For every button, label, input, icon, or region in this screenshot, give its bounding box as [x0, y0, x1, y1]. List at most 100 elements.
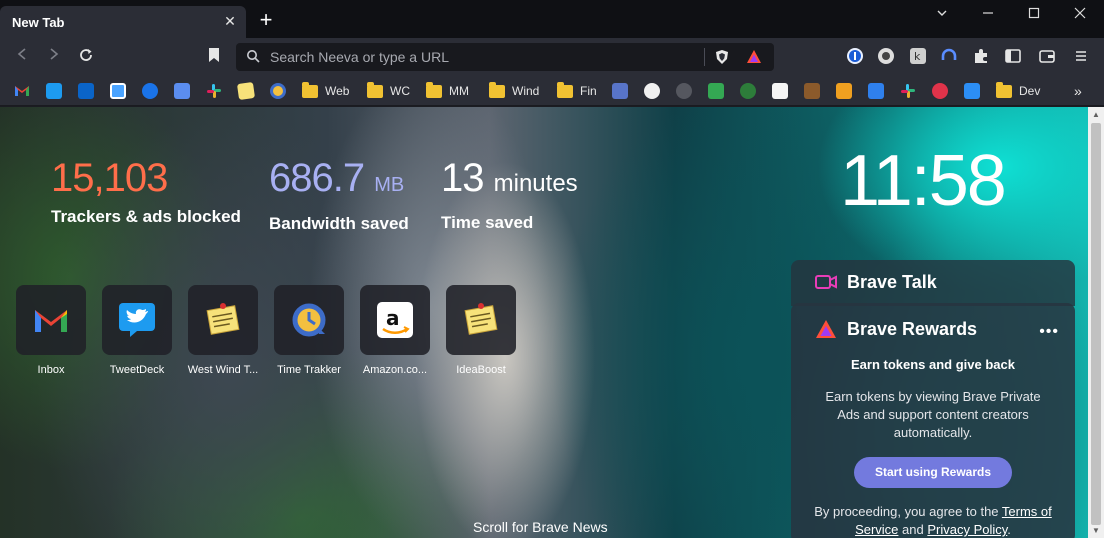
bookmark-folder-mm[interactable]: MM	[426, 81, 469, 101]
extensions-puzzle-icon[interactable]	[972, 47, 992, 67]
close-tab-icon[interactable]: ✕	[222, 13, 238, 29]
onepassword-icon[interactable]	[846, 47, 866, 67]
bandwidth-value: 686.7	[269, 156, 365, 200]
brave-talk-card[interactable]: Brave Talk	[791, 260, 1075, 306]
bookmark-time-trakker[interactable]	[270, 81, 286, 101]
video-camera-icon	[815, 273, 837, 296]
bookmark-translate[interactable]	[174, 81, 190, 101]
check-icon	[868, 83, 884, 99]
bookmark-github[interactable]	[644, 81, 660, 101]
slack-icon	[901, 84, 915, 98]
extension-headphones-icon[interactable]	[940, 47, 960, 67]
brave-rewards-icon[interactable]	[746, 49, 762, 70]
bookmark-circle[interactable]	[676, 81, 692, 101]
new-tab-button[interactable]: +	[255, 9, 277, 32]
twitter-icon	[46, 83, 62, 99]
scroll-for-news[interactable]: Scroll for Brave News	[473, 519, 608, 535]
bookmark-notes[interactable]	[236, 81, 256, 101]
search-icon	[246, 49, 260, 68]
bookmark-folder-web[interactable]: Web	[302, 81, 349, 101]
bookmark-twitter[interactable]	[46, 81, 62, 101]
bookmark-azure[interactable]	[964, 81, 980, 101]
bookmarks-overflow-button[interactable]: »	[1074, 81, 1082, 101]
bookmark-horse[interactable]	[804, 81, 820, 101]
folder-icon	[302, 81, 318, 98]
bookmarks-bar: Web WC MM Wind Fin Dev »	[0, 76, 1104, 106]
brave-shields-icon[interactable]	[714, 49, 730, 70]
bookmark-outlook[interactable]	[78, 81, 94, 101]
translate-icon	[174, 83, 190, 99]
sidebar-icon[interactable]	[1004, 47, 1024, 67]
more-options-icon[interactable]: •••	[1039, 323, 1059, 341]
slack-icon	[207, 84, 221, 98]
minimize-button[interactable]	[976, 4, 1000, 26]
main-menu-icon[interactable]	[1072, 47, 1092, 67]
legal-suffix: .	[1007, 522, 1011, 537]
bookmark-folder-wc[interactable]: WC	[367, 81, 410, 101]
bookmark-gmail[interactable]	[14, 81, 30, 101]
address-bar[interactable]: Search Neeva or type a URL	[236, 43, 774, 71]
bookmark-contacts[interactable]	[142, 81, 158, 101]
bookmark-slack[interactable]	[206, 81, 222, 101]
bookmark-td[interactable]	[708, 81, 724, 101]
maximize-button[interactable]	[1022, 4, 1046, 26]
stat-bandwidth: 686.7 MB Bandwidth saved	[269, 157, 409, 234]
notes-icon	[206, 303, 240, 335]
bookmark-list[interactable]	[612, 81, 628, 101]
back-button[interactable]	[12, 47, 32, 67]
brave-rewards-title: Brave Rewards	[847, 319, 978, 339]
top-site-inbox[interactable]: Inbox	[16, 285, 86, 376]
scrollbar-thumb[interactable]	[1091, 123, 1101, 525]
bookmark-plant[interactable]	[740, 81, 756, 101]
bookmark-target[interactable]	[932, 81, 948, 101]
bookmark-tv[interactable]	[772, 81, 788, 101]
bookmark-chevron[interactable]	[836, 81, 852, 101]
start-rewards-button[interactable]: Start using Rewards	[854, 457, 1012, 488]
top-site-tweetdeck[interactable]: TweetDeck	[102, 285, 172, 376]
top-site-time-trakker[interactable]: Time Trakker	[274, 285, 344, 376]
top-site-label: Time Trakker	[277, 364, 341, 376]
bookmark-slack-2[interactable]	[900, 81, 916, 101]
extension-circle-icon[interactable]	[877, 47, 897, 67]
folder-icon	[426, 81, 442, 98]
bookmark-label: WC	[390, 84, 410, 98]
bookmark-calendar[interactable]	[110, 81, 126, 101]
reload-button[interactable]	[76, 47, 96, 67]
page-scrollbar[interactable]: ▲ ▼	[1088, 107, 1104, 538]
top-site-ideaboost[interactable]: IdeaBoost	[446, 285, 516, 376]
top-site-label: West Wind T...	[187, 364, 259, 376]
brave-rewards-card: Brave Rewards ••• Earn tokens and give b…	[791, 303, 1075, 538]
github-icon	[644, 83, 660, 99]
contacts-icon	[142, 83, 158, 99]
brave-talk-title: Brave Talk	[847, 272, 937, 292]
horse-icon	[804, 83, 820, 99]
forward-button[interactable]	[44, 47, 64, 67]
bookmark-icon[interactable]	[204, 47, 224, 67]
bookmark-folder-fin[interactable]: Fin	[557, 81, 597, 101]
bookmark-check[interactable]	[868, 81, 884, 101]
outlook-icon	[78, 83, 94, 99]
bookmark-folder-wind[interactable]: Wind	[489, 81, 539, 101]
folder-icon	[996, 81, 1012, 98]
gmail-icon	[35, 310, 67, 332]
plant-icon	[740, 83, 756, 99]
gmail-icon	[15, 86, 29, 96]
bookmark-label: Web	[325, 84, 350, 98]
folder-icon	[367, 81, 383, 98]
top-site-west-wind[interactable]: West Wind T...	[188, 285, 258, 376]
scroll-down-icon[interactable]: ▼	[1091, 526, 1101, 535]
top-site-amazon[interactable]: a Amazon.co...	[360, 285, 430, 376]
bookmark-label: Wind	[512, 84, 540, 98]
extension-k-icon[interactable]: k	[909, 47, 929, 67]
top-site-label: IdeaBoost	[456, 364, 506, 376]
wallet-icon[interactable]	[1038, 47, 1058, 67]
scroll-up-icon[interactable]: ▲	[1091, 110, 1101, 119]
tab-new-tab[interactable]: New Tab ✕	[0, 6, 246, 38]
top-site-label: TweetDeck	[109, 364, 165, 376]
close-window-button[interactable]	[1068, 4, 1092, 26]
tab-search-icon[interactable]	[930, 4, 954, 26]
privacy-link[interactable]: Privacy Policy	[927, 522, 1007, 537]
bookmark-folder-dev[interactable]: Dev	[996, 81, 1040, 101]
calendar-icon	[110, 83, 126, 99]
legal-prefix: By proceeding, you agree to the	[814, 504, 1002, 519]
